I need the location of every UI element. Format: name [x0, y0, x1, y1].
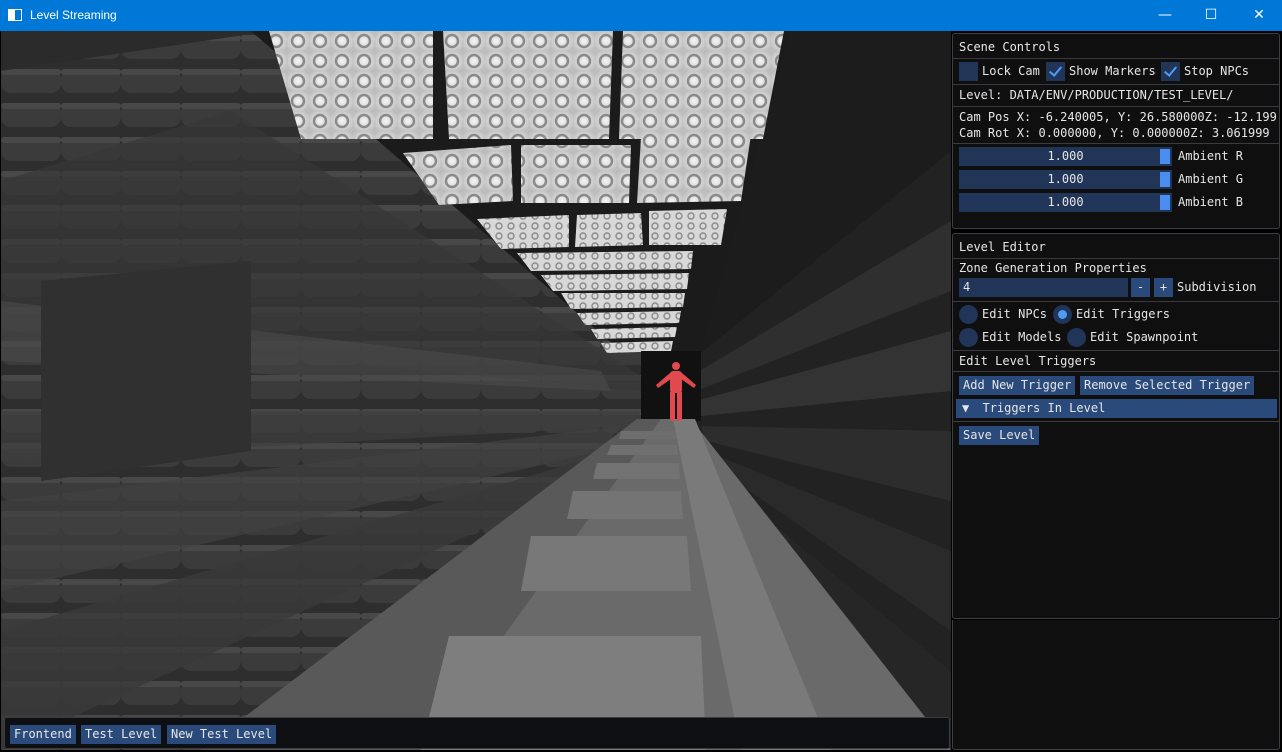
- minimize-button[interactable]: —: [1142, 0, 1188, 31]
- triggers-in-level-tree[interactable]: ▼ Triggers In Level: [956, 399, 1277, 418]
- close-button[interactable]: ✕: [1236, 0, 1282, 31]
- stop-npcs-label: Stop NPCs: [1184, 64, 1250, 78]
- ambient-g-label: Ambient G: [1178, 172, 1244, 186]
- level-editor-panel: Level Editor Zone Generation Properties …: [952, 233, 1280, 619]
- remove-trigger-button[interactable]: Remove Selected Trigger: [1080, 376, 1255, 395]
- scene-viewport[interactable]: [1, 31, 951, 750]
- subdivision-plus-button[interactable]: +: [1154, 278, 1173, 297]
- subdivision-label: Subdivision: [1177, 280, 1257, 294]
- add-trigger-button[interactable]: Add New Trigger: [959, 376, 1076, 395]
- level-editor-title: Level Editor: [959, 240, 1046, 254]
- level-button-frontend[interactable]: Frontend: [10, 725, 76, 744]
- edit-npcs-label: Edit NPCs: [982, 307, 1048, 321]
- maximize-button[interactable]: ☐: [1188, 0, 1234, 31]
- lock-cam-checkbox[interactable]: [959, 62, 978, 81]
- show-markers-label: Show Markers: [1069, 64, 1156, 78]
- level-select-bar: Frontend Test Level New Test Level: [4, 717, 950, 749]
- edit-spawnpoint-label: Edit Spawnpoint: [1090, 330, 1199, 344]
- ambient-r-grab[interactable]: [1160, 149, 1170, 164]
- level-path-text: Level: DATA/ENV/PRODUCTION/TEST_LEVEL/: [959, 88, 1234, 102]
- ambient-r-label: Ambient R: [1178, 149, 1244, 163]
- subdivision-minus-button[interactable]: -: [1131, 278, 1150, 297]
- scene-controls-title: Scene Controls: [959, 40, 1061, 54]
- edit-triggers-label: Edit Triggers: [1076, 307, 1170, 321]
- ambient-r-slider[interactable]: 1.000: [959, 147, 1172, 166]
- corridor-scene: [1, 31, 951, 750]
- edit-npcs-radio[interactable]: [959, 305, 978, 324]
- window-titlebar: Level Streaming — ☐ ✕: [0, 0, 1282, 31]
- lock-cam-label: Lock Cam: [982, 64, 1040, 78]
- ambient-g-value: 1.000: [1047, 172, 1084, 186]
- show-markers-checkbox[interactable]: [1046, 62, 1065, 81]
- scene-controls-panel: Scene Controls Lock Cam Show Markers Sto…: [952, 33, 1280, 229]
- chevron-down-icon: ▼: [962, 401, 970, 415]
- edit-level-triggers-header: Edit Level Triggers: [959, 354, 1097, 368]
- level-button-test-level[interactable]: Test Level: [81, 725, 162, 744]
- ambient-b-grab[interactable]: [1160, 195, 1170, 210]
- app-icon: [8, 9, 22, 21]
- edit-spawnpoint-radio[interactable]: [1067, 328, 1086, 347]
- zone-generation-header: Zone Generation Properties: [959, 261, 1147, 275]
- cam-pos-text: Cam Pos X: -6.240005, Y: 26.580000Z: -12…: [959, 110, 1277, 124]
- ambient-g-grab[interactable]: [1160, 172, 1170, 187]
- edit-triggers-radio[interactable]: [1053, 305, 1072, 324]
- window-title: Level Streaming: [30, 8, 117, 22]
- triggers-in-level-label: Triggers In Level: [982, 401, 1106, 415]
- stop-npcs-checkbox[interactable]: [1161, 62, 1180, 81]
- ambient-r-value: 1.000: [1047, 149, 1084, 163]
- ambient-g-slider[interactable]: 1.000: [959, 170, 1172, 189]
- edit-models-radio[interactable]: [959, 328, 978, 347]
- ambient-b-value: 1.000: [1047, 195, 1084, 209]
- edit-models-label: Edit Models: [982, 330, 1062, 344]
- cam-rot-text: Cam Rot X: 0.000000, Y: 0.000000Z: 3.061…: [959, 126, 1270, 140]
- save-level-button[interactable]: Save Level: [959, 426, 1040, 445]
- empty-panel: [952, 620, 1280, 750]
- ambient-b-slider[interactable]: 1.000: [959, 193, 1172, 212]
- subdivision-input[interactable]: 4: [959, 278, 1128, 297]
- ambient-b-label: Ambient B: [1178, 195, 1244, 209]
- level-button-new-test-level[interactable]: New Test Level: [167, 725, 277, 744]
